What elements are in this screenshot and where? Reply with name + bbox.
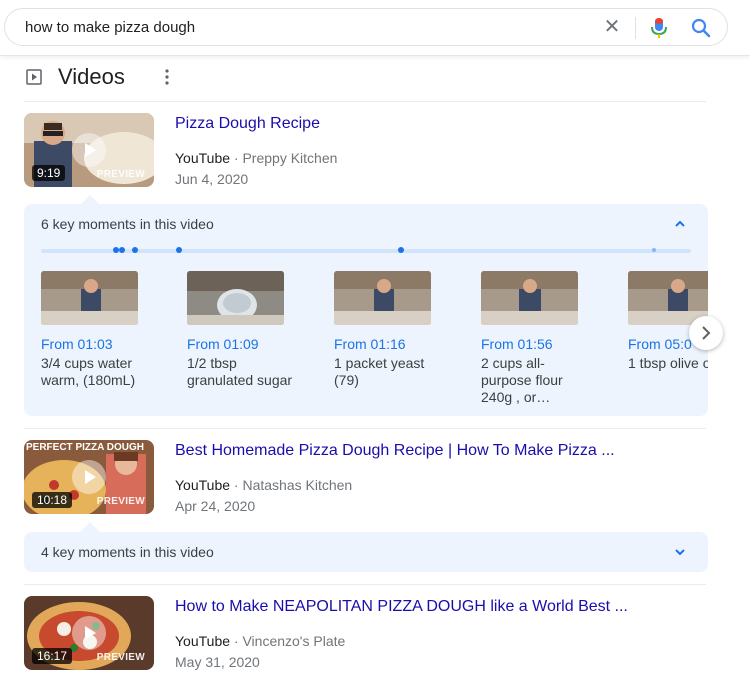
key-moment-item[interactable]: From 01:09 1/2 tbsp granulated sugar xyxy=(187,271,297,389)
video-date: Jun 4, 2020 xyxy=(175,171,249,187)
video-source: YouTube xyxy=(175,477,231,493)
moment-timestamp: From 01:56 xyxy=(481,336,553,352)
search-header: how to make pizza dough ✕ xyxy=(0,0,750,56)
divider xyxy=(24,101,706,102)
video-result: 16:17 PREVIEW How to Make NEAPOLITAN PIZ… xyxy=(24,596,708,676)
video-date: Apr 24, 2020 xyxy=(175,498,256,514)
divider xyxy=(24,428,706,429)
clear-icon[interactable]: ✕ xyxy=(600,15,624,39)
video-title-link[interactable]: Best Homemade Pizza Dough Recipe | How T… xyxy=(175,442,615,460)
play-icon xyxy=(72,133,106,167)
video-thumbnail[interactable]: PERFECT PIZZA DOUGH 10:18 PREVIEW xyxy=(24,440,154,514)
moment-description: 3/4 cups water warm, (180mL) xyxy=(41,355,136,388)
moment-description: 1 tbsp olive o xyxy=(628,355,708,371)
key-moment-item[interactable]: From 01:56 2 cups all-purpose flour 240g… xyxy=(481,271,591,406)
moment-description: 1 packet yeast (79) xyxy=(334,355,425,388)
moment-thumbnail[interactable] xyxy=(334,271,431,325)
moment-thumbnail[interactable] xyxy=(41,271,138,325)
mic-icon[interactable] xyxy=(648,16,670,40)
video-meta: YouTube · Natashas Kitchen xyxy=(175,477,353,493)
chevron-up-icon[interactable] xyxy=(674,218,686,230)
next-moments-button[interactable] xyxy=(689,316,723,350)
video-result: 9:19 PREVIEW Pizza Dough Recipe YouTube … xyxy=(24,113,708,193)
video-channel: Natashas Kitchen xyxy=(242,477,353,493)
preview-label: PREVIEW xyxy=(96,496,145,507)
moments-timeline[interactable] xyxy=(41,247,691,253)
divider xyxy=(24,584,706,585)
play-icon xyxy=(72,616,106,650)
moment-description: 2 cups all-purpose flour 240g , or… xyxy=(481,355,563,405)
timeline-marker[interactable] xyxy=(652,248,656,252)
timeline-marker[interactable] xyxy=(398,247,404,253)
video-result: PERFECT PIZZA DOUGH 10:18 PREVIEW Best H… xyxy=(24,440,708,520)
search-divider xyxy=(635,17,636,39)
thumbnail-caption: PERFECT PIZZA DOUGH xyxy=(26,442,144,453)
timeline-marker[interactable] xyxy=(119,247,125,253)
moment-thumbnail[interactable] xyxy=(481,271,578,325)
video-duration: 16:17 xyxy=(32,648,73,664)
preview-label: PREVIEW xyxy=(96,652,145,663)
chevron-down-icon[interactable] xyxy=(674,546,686,558)
video-channel: Vincenzo's Plate xyxy=(242,633,346,649)
video-title-link[interactable]: Pizza Dough Recipe xyxy=(175,115,320,133)
key-moment-item[interactable]: From 01:03 3/4 cups water warm, (180mL) xyxy=(41,271,151,389)
video-thumbnail[interactable]: 16:17 PREVIEW xyxy=(24,596,154,670)
video-date: May 31, 2020 xyxy=(175,654,260,670)
timeline-marker[interactable] xyxy=(132,247,138,253)
key-moments-panel: 6 key moments in this video From 01:03 3… xyxy=(24,204,708,416)
moment-timestamp: From 01:16 xyxy=(334,336,406,352)
search-input[interactable]: how to make pizza dough xyxy=(25,19,195,36)
search-icon[interactable] xyxy=(690,16,712,40)
key-moments-title[interactable]: 4 key moments in this video xyxy=(41,544,214,560)
video-source: YouTube xyxy=(175,633,231,649)
search-box[interactable]: how to make pizza dough ✕ xyxy=(4,8,728,46)
video-duration: 9:19 xyxy=(32,165,66,181)
key-moments-title[interactable]: 6 key moments in this video xyxy=(41,216,214,232)
moment-thumbnail[interactable] xyxy=(187,271,284,325)
moment-timestamp: From 01:09 xyxy=(187,336,259,352)
video-meta: YouTube · Vincenzo's Plate xyxy=(175,633,346,649)
video-source: YouTube xyxy=(175,150,231,166)
video-duration: 10:18 xyxy=(32,492,73,508)
more-options-icon[interactable] xyxy=(161,66,173,88)
moment-description: 1/2 tbsp granulated sugar xyxy=(187,355,293,388)
preview-label: PREVIEW xyxy=(96,169,145,180)
video-section-icon xyxy=(26,69,42,85)
videos-section-header: Videos xyxy=(26,64,706,92)
key-moment-item[interactable]: From 01:16 1 packet yeast (79) xyxy=(334,271,444,389)
section-title: Videos xyxy=(58,64,125,89)
moment-timestamp: From 01:03 xyxy=(41,336,113,352)
video-meta: YouTube · Preppy Kitchen xyxy=(175,150,338,166)
video-channel: Preppy Kitchen xyxy=(242,150,338,166)
video-thumbnail[interactable]: 9:19 PREVIEW xyxy=(24,113,154,187)
timeline-marker[interactable] xyxy=(176,247,182,253)
chevron-right-icon xyxy=(702,326,711,340)
video-title-link[interactable]: How to Make NEAPOLITAN PIZZA DOUGH like … xyxy=(175,598,628,616)
key-moments-panel-collapsed[interactable]: 4 key moments in this video xyxy=(24,532,708,572)
play-icon xyxy=(72,460,106,494)
